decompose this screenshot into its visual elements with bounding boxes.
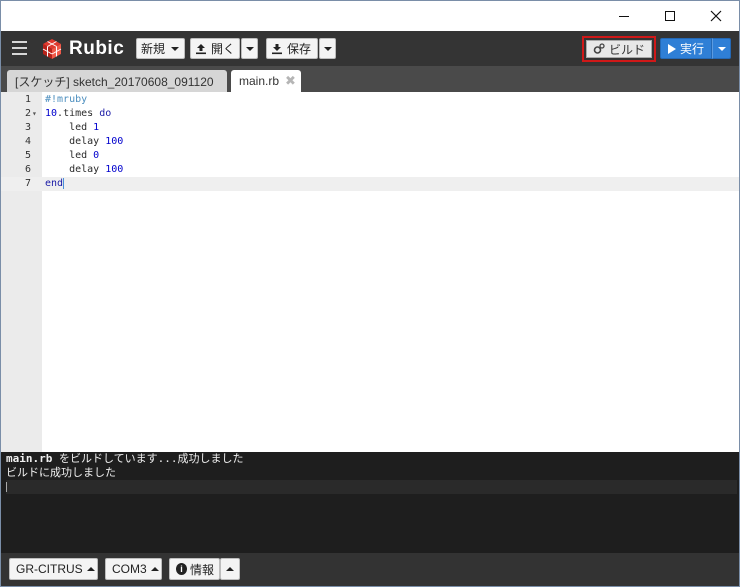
port-label: COM3 [112, 562, 147, 576]
new-button[interactable]: 新規 [136, 38, 185, 59]
new-button-label: 新規 [141, 42, 166, 56]
app-logo: Rubic [41, 37, 124, 61]
download-icon [272, 43, 282, 54]
editor-tab-bar: [スケッチ] sketch_20170608_091120 main.rb ✖ [1, 66, 739, 92]
line-number: 7 [24, 178, 31, 189]
maximize-button[interactable] [647, 1, 693, 31]
play-icon [667, 43, 676, 54]
hamburger-menu-icon[interactable] [12, 41, 27, 55]
close-icon [710, 10, 722, 22]
chevron-up-icon [150, 567, 159, 571]
line-number: 2 [24, 108, 31, 119]
code-line: 6 delay 100 [1, 163, 739, 177]
console-input[interactable] [6, 480, 737, 494]
line-number: 5 [24, 150, 31, 161]
tab-sketch-label: [スケッチ] sketch_20170608_091120 [15, 74, 214, 89]
code-text: led 0 [45, 150, 100, 161]
code-editor[interactable]: 1 #!mruby 2 ▾ 10.times do 3 led 1 4 dela… [1, 92, 739, 452]
build-highlight: ビルド [582, 36, 656, 62]
code-text: delay 100 [45, 164, 124, 175]
code-text: 10.times do [45, 108, 112, 119]
main-toolbar: Rubic 新規 開く 保存 ビルド 実行 [1, 31, 739, 66]
board-select-button[interactable]: GR-CITRUS [9, 558, 98, 580]
maximize-icon [665, 11, 675, 21]
build-button[interactable]: ビルド [586, 40, 652, 58]
app-name: Rubic [69, 38, 125, 59]
code-text: end [45, 177, 65, 189]
chevron-down-icon [171, 46, 180, 51]
line-number: 6 [24, 164, 31, 175]
code-line: 4 delay 100 [1, 135, 739, 149]
console-line: ビルドに成功しました [6, 466, 116, 479]
info-label: 情報 [189, 562, 214, 577]
chevron-up-icon [86, 567, 95, 571]
tab-main-rb-label: main.rb [239, 74, 280, 88]
gears-icon [593, 43, 605, 54]
save-button-label: 保存 [287, 42, 312, 56]
close-window-button[interactable] [693, 1, 739, 31]
run-dropdown-button[interactable] [712, 38, 731, 59]
code-line: 3 led 1 [1, 121, 739, 135]
minimize-icon [619, 15, 629, 17]
code-text: led 1 [45, 122, 100, 133]
code-line-active: 7 end [1, 177, 739, 191]
fold-arrow-icon[interactable]: ▾ [32, 107, 37, 121]
chevron-down-icon [323, 46, 332, 51]
code-line: 1 #!mruby [1, 93, 739, 107]
code-text: delay 100 [45, 136, 124, 147]
line-number: 1 [24, 94, 31, 105]
build-console: main.rb をビルドしています...成功しました ビルドに成功しました [1, 452, 739, 553]
build-button-label: ビルド [608, 42, 645, 57]
run-button[interactable]: 実行 [660, 38, 712, 59]
chevron-down-icon [245, 46, 254, 51]
save-dropdown-button[interactable] [319, 38, 336, 59]
title-bar [1, 1, 739, 31]
info-button[interactable]: i 情報 [169, 558, 220, 580]
console-filename: main.rb [6, 452, 53, 465]
chevron-down-icon [717, 46, 726, 51]
rubic-cube-icon [42, 39, 62, 59]
tab-main-rb[interactable]: main.rb ✖ [231, 70, 301, 92]
chevron-up-icon [226, 567, 234, 571]
console-message: をビルドしています...成功しました [52, 452, 244, 465]
line-number: 4 [24, 136, 31, 147]
line-number: 3 [24, 122, 31, 133]
console-caret [6, 482, 7, 492]
console-line: main.rb をビルドしています...成功しました [6, 452, 244, 466]
upload-icon [195, 43, 206, 54]
code-line: 2 ▾ 10.times do [1, 107, 739, 121]
board-label: GR-CITRUS [16, 562, 83, 576]
app-window: Rubic 新規 開く 保存 ビルド 実行 [スケッチ] sketch_2017… [0, 0, 740, 587]
code-line: 5 led 0 [1, 149, 739, 163]
status-bar: GR-CITRUS COM3 i 情報 [1, 553, 739, 586]
text-cursor [63, 177, 65, 189]
code-text: #!mruby [45, 94, 88, 105]
open-dropdown-button[interactable] [241, 38, 258, 59]
open-button[interactable]: 開く [190, 38, 240, 59]
tab-sketch[interactable]: [スケッチ] sketch_20170608_091120 [7, 70, 227, 92]
open-button-label: 開く [210, 42, 235, 56]
info-dropdown-button[interactable] [220, 558, 240, 580]
minimize-button[interactable] [601, 1, 647, 31]
save-button[interactable]: 保存 [266, 38, 318, 59]
info-icon: i [176, 563, 187, 575]
port-select-button[interactable]: COM3 [105, 558, 162, 580]
run-button-label: 実行 [679, 42, 704, 56]
close-x-icon[interactable]: ✖ [285, 73, 296, 89]
